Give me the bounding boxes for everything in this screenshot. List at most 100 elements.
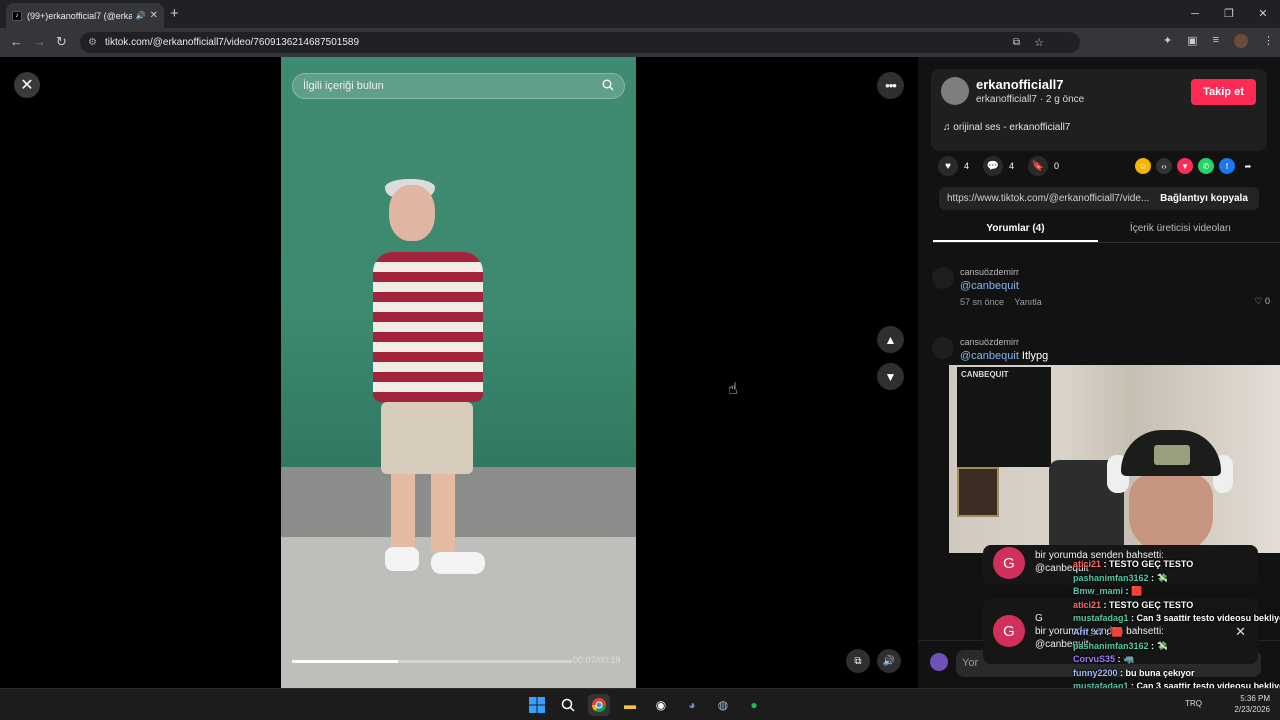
- bookmark-icon: 🔖: [1028, 156, 1049, 176]
- chat-text: : Can 3 saattir testo videosu bekliyoruz: [1131, 613, 1280, 624]
- send-icon[interactable]: ▼: [1177, 158, 1193, 174]
- window-controls: ─ ❐ ✕: [1178, 0, 1280, 28]
- comment-mention[interactable]: @canbequit: [960, 350, 1019, 362]
- volume-icon: 🔊: [882, 655, 896, 667]
- address-bar[interactable]: ⚙ tiktok.com/@erkanofficiall7/video/7609…: [80, 32, 1080, 53]
- extensions-icon[interactable]: ✦: [1163, 34, 1172, 48]
- whatsapp-icon[interactable]: ✆: [1198, 158, 1214, 174]
- cap-patch: [1154, 445, 1190, 465]
- bookmark-star-icon[interactable]: ☆: [1034, 36, 1044, 49]
- comment-body: Itlypg: [1018, 350, 1049, 362]
- commenter-avatar[interactable]: [932, 267, 954, 289]
- address-url: tiktok.com/@erkanofficiall7/video/760913…: [104, 37, 360, 48]
- comment-stat[interactable]: 💬 4: [983, 156, 1014, 176]
- copy-link-button[interactable]: Bağlantıyı kopyala: [1149, 193, 1259, 204]
- creator-card: erkanofficiall7 erkanofficiall7 · 2 g ön…: [931, 69, 1267, 151]
- share-link-url[interactable]: https://www.tiktok.com/@erkanofficiall7/…: [939, 193, 1149, 204]
- new-tab-button[interactable]: +: [170, 5, 179, 22]
- media-icon[interactable]: ≡: [1213, 34, 1219, 48]
- chat-message: pashanimfan3162 : 💸: [1073, 640, 1280, 654]
- window-close-button[interactable]: ✕: [1246, 0, 1280, 28]
- chrome-icon[interactable]: [588, 694, 610, 716]
- install-app-icon[interactable]: ⧉: [1013, 37, 1020, 48]
- tab-creator-videos[interactable]: İçerik üreticisi videoları: [1098, 215, 1263, 242]
- chat-user: pashanimfan3162: [1073, 572, 1149, 583]
- profile-avatar[interactable]: [1234, 34, 1248, 48]
- comment-like[interactable]: ♡ 0: [1254, 296, 1270, 307]
- poster-text: CANBEQUIT: [961, 370, 1009, 379]
- creator-avatar[interactable]: [941, 77, 969, 105]
- commenter-avatar[interactable]: [932, 337, 954, 359]
- volume-button[interactable]: 🔊: [877, 649, 901, 673]
- coin-share-icon[interactable]: ☺: [1135, 158, 1151, 174]
- chat-text: : TESTO GEÇ TESTO: [1101, 599, 1194, 610]
- minimize-button[interactable]: ─: [1178, 0, 1212, 28]
- music-link[interactable]: ♫ orijinal ses - erkanofficiall7: [943, 122, 1070, 133]
- embed-icon[interactable]: ‹›: [1156, 158, 1172, 174]
- share-arrow-icon[interactable]: ➦: [1240, 158, 1256, 174]
- taskbar: ▬ ◉ ◕ ◍ ● TRQ 5:36 PM 2/23/2026: [0, 688, 1280, 720]
- restore-button[interactable]: ❐: [1212, 0, 1246, 28]
- chat-user: pashanimfan3162: [1073, 640, 1149, 651]
- commenter-name[interactable]: cansuözdemirr: [960, 267, 1019, 277]
- input-language[interactable]: TRQ: [1185, 699, 1202, 708]
- previous-video-button[interactable]: ▲: [877, 326, 904, 353]
- wall-poster: CANBEQUIT: [957, 367, 1051, 467]
- follow-button[interactable]: Takip et: [1191, 79, 1256, 105]
- creator-username[interactable]: erkanofficiall7: [976, 77, 1063, 92]
- chat-text: : 🟥: [1123, 586, 1143, 597]
- system-clock[interactable]: 5:36 PM 2/23/2026: [1234, 693, 1270, 715]
- browser-menu-icon[interactable]: ⋮: [1263, 34, 1274, 48]
- tab-comments[interactable]: Yorumlar (4): [933, 215, 1098, 242]
- person-leg: [431, 474, 455, 552]
- chat-text: : 💸: [1148, 572, 1168, 583]
- back-icon[interactable]: ←: [10, 34, 23, 49]
- spotify-icon[interactable]: ●: [743, 694, 765, 716]
- tab-audio-icon[interactable]: 🔊: [136, 11, 146, 20]
- streamer-face: [1129, 473, 1213, 553]
- chat-user: Bmw_mami: [1073, 586, 1124, 597]
- floating-player-button[interactable]: ⧉: [846, 649, 870, 673]
- video-stage: ✕ İlgili içeriği bulun 00:07/00:19 ••• ▲…: [0, 57, 918, 688]
- windows-start-icon[interactable]: [526, 694, 548, 716]
- comment-time: 57 sn önce: [960, 297, 1005, 307]
- next-video-button[interactable]: ▼: [877, 363, 904, 390]
- site-info-icon[interactable]: ⚙: [88, 37, 97, 48]
- heart-icon: ♥: [938, 156, 958, 176]
- more-options-button[interactable]: •••: [877, 72, 904, 99]
- taskbar-search-icon[interactable]: [557, 694, 579, 716]
- save-stat[interactable]: 🔖 0: [1028, 156, 1059, 176]
- chat-message: funny2200 : bu buna çekıyor: [1073, 667, 1280, 681]
- tab-close-icon[interactable]: ✕: [150, 10, 158, 21]
- comment-like-count: 0: [1264, 296, 1270, 306]
- reload-icon[interactable]: ↻: [56, 34, 67, 50]
- chevron-down-icon: ▼: [884, 369, 897, 384]
- heart-outline-icon: ♡: [1254, 296, 1263, 306]
- person-shorts: [381, 402, 473, 474]
- video-player[interactable]: İlgili içeriği bulun 00:07/00:19: [281, 57, 636, 688]
- like-stat[interactable]: ♥ 4: [938, 156, 969, 176]
- facebook-icon[interactable]: f: [1219, 158, 1235, 174]
- comment-item: cansuözdemirr @canbequit 57 sn önce Yanı…: [932, 267, 1272, 317]
- discord-icon[interactable]: ◕: [681, 694, 703, 716]
- commenter-name[interactable]: cansuözdemirr: [960, 337, 1019, 347]
- chat-user: atici21: [1073, 599, 1102, 610]
- browser-tab[interactable]: ♪ (99+)erkanofficial7 (@erka 🔊 ✕: [6, 3, 164, 28]
- forward-icon[interactable]: →: [33, 34, 46, 49]
- chat-message: Arif_x7 : 🟥: [1073, 626, 1280, 640]
- notification-avatar: G: [993, 615, 1025, 647]
- webcam-overlay: CANBEQUIT: [949, 365, 1280, 553]
- split-view-icon[interactable]: ▣: [1187, 34, 1197, 48]
- chat-text: : bu buna çekıyor: [1117, 667, 1195, 678]
- mouse-cursor-icon: ☝: [728, 381, 738, 398]
- video-progress-bar[interactable]: [292, 660, 572, 663]
- chat-message: CorvuS35 : 🦏: [1073, 653, 1280, 667]
- related-search-input[interactable]: İlgili içeriği bulun: [292, 73, 625, 99]
- reply-button[interactable]: Yanıtla: [1014, 297, 1041, 307]
- search-icon[interactable]: [602, 79, 614, 94]
- steam-icon[interactable]: ◍: [712, 694, 734, 716]
- file-explorer-icon[interactable]: ▬: [619, 694, 641, 716]
- comment-mention[interactable]: @canbequit: [960, 280, 1019, 292]
- close-video-button[interactable]: ✕: [14, 72, 40, 98]
- obs-icon[interactable]: ◉: [650, 694, 672, 716]
